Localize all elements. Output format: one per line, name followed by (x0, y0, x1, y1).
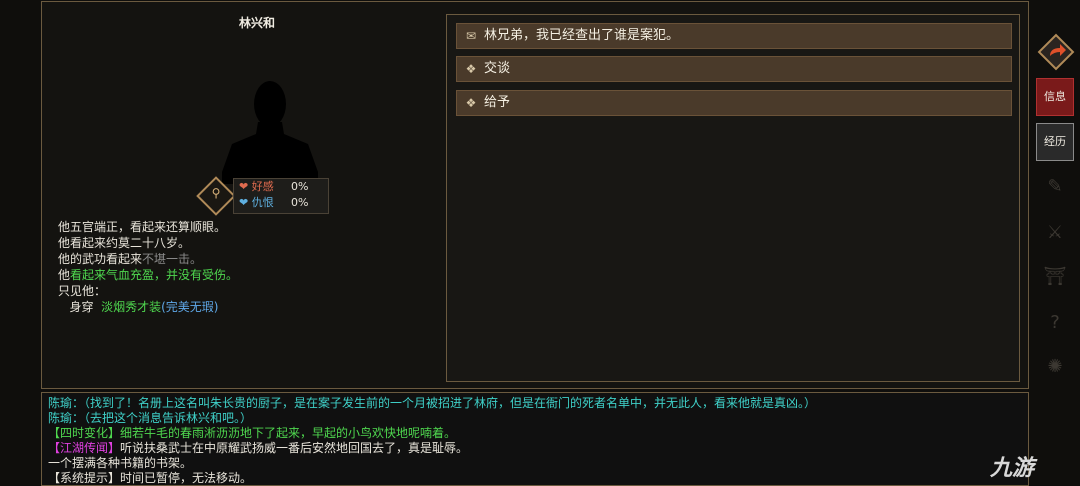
npc-description: 他五官端正，看起来还算顺眼。 他看起来约莫二十八岁。 他的武功看起来不堪一击。 … (58, 219, 238, 315)
scroll-icon: ✉ (465, 29, 477, 43)
dialog-option-accuse[interactable]: ✉ 林兄弟，我已经查出了谁是案犯。 (456, 23, 1012, 49)
sect-icon: ⛩ (1043, 266, 1067, 287)
like-value: 0% (291, 180, 309, 193)
desc-line: 他五官端正，看起来还算顺眼。 (58, 220, 227, 234)
desc-line: 他看起来约莫二十八岁。 (58, 236, 191, 250)
log-line: 【江湖传闻】听说扶桑武士在中原耀武扬威一番后安然地回国去了，真是耻辱。 (48, 441, 469, 455)
hate-value: 0% (291, 196, 309, 209)
like-row: ❤ 好感 0% (234, 179, 328, 195)
equipment-quality: (完美无瑕) (161, 300, 219, 314)
log-line: 陈瑜：（去把这个消息告诉林兴和吧。） (48, 411, 253, 425)
equipment-item[interactable]: 淡烟秀才装 (101, 300, 161, 314)
hate-label: 仇恨 (251, 196, 274, 209)
health-status: 看起来气血充盈，并没有受伤。 (70, 268, 239, 282)
npc-name: 林兴和 (238, 16, 275, 30)
dialog-option-talk[interactable]: ❖ 交谈 (456, 56, 1012, 82)
info-tab[interactable]: 信息 (1036, 78, 1074, 116)
settings-icon: ✺ (1047, 356, 1063, 377)
hate-row: ❤ 仇恨 0% (234, 195, 328, 211)
log-line: 【系统提示】时间已暂停，无法移动。 (48, 471, 253, 485)
dialog-panel: ✉ 林兄弟，我已经查出了谁是案犯。 ❖ 交谈 ❖ 给予 (446, 14, 1020, 382)
watermark-logo: 九游 (990, 456, 1035, 481)
martial-icon: ⚔ (1046, 222, 1064, 243)
log-line: 一个摆满各种书籍的书架。 (48, 456, 193, 470)
diamond-icon: ❖ (465, 96, 477, 110)
affinity-box: ❤ 好感 0% ❤ 仇恨 0% (233, 178, 329, 214)
message-log: 陈瑜：（找到了！名册上这名叫朱长贵的厨子，是在案子发生前的一个月被招进了林府，但… (41, 392, 1029, 486)
diamond-icon: ❖ (465, 62, 477, 76)
like-label: 好感 (251, 180, 274, 193)
desc-line: 只见他： (58, 284, 107, 298)
equipment-line: 身穿 淡烟秀才装(完美无瑕) (69, 300, 219, 314)
heart-icon: ❤ (239, 180, 249, 193)
martial-level: 不堪一击。 (142, 252, 203, 266)
log-line: 陈瑜：（找到了！名册上这名叫朱长贵的厨子，是在案子发生前的一个月被招进了林府，但… (48, 396, 817, 410)
help-icon: ? (1050, 312, 1060, 333)
dialog-option-give[interactable]: ❖ 给予 (456, 90, 1012, 116)
npc-portrait (222, 81, 318, 184)
return-arrow-icon (1037, 33, 1075, 71)
work-icon: ✎ (1047, 176, 1063, 197)
back-button[interactable] (1036, 32, 1076, 72)
desc-line: 他的武功看起来不堪一击。 (58, 252, 203, 266)
log-line: 【四时变化】细若牛毛的春雨淅沥沥地下了起来，早起的小鸟欢快地呢喃着。 (48, 426, 457, 440)
history-tab[interactable]: 经历 (1036, 123, 1074, 161)
heart-icon: ❤ (239, 196, 249, 209)
desc-line: 他看起来气血充盈，并没有受伤。 (58, 268, 239, 282)
